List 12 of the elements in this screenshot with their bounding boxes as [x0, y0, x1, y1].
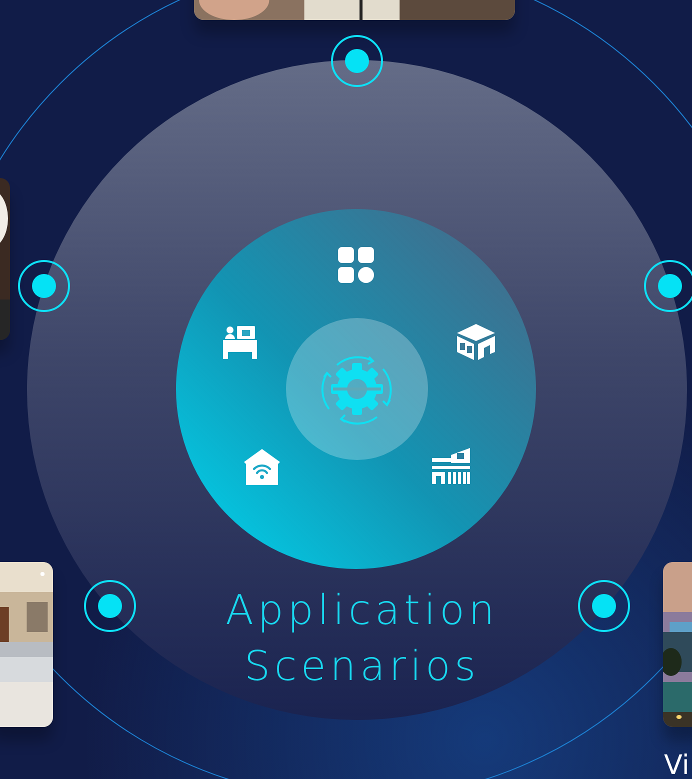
- building-icon: [431, 447, 471, 485]
- node-marker: [331, 35, 383, 87]
- apps-grid-icon: [337, 246, 375, 284]
- node-marker: [578, 580, 630, 632]
- cube-house-icon: [456, 323, 496, 361]
- photo-caption: Vi: [664, 750, 690, 779]
- node-marker: [18, 260, 70, 312]
- node-marker: [644, 260, 692, 312]
- node-marker: [84, 580, 136, 632]
- desk-icon: [222, 324, 258, 360]
- hub-title: Application Scenarios: [224, 585, 500, 692]
- smart-home-icon: [243, 448, 281, 486]
